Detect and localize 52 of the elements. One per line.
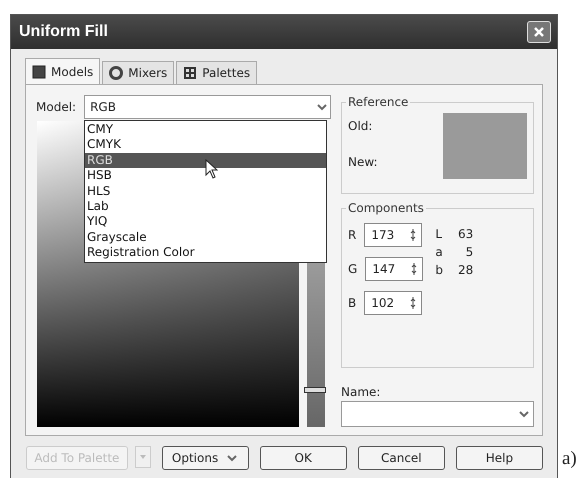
tab[interactable]: Palettes [176,61,258,84]
name-label: Name: [341,385,382,399]
old-label: Old: [348,119,374,133]
slider-thumb[interactable] [304,387,326,394]
grid-icon [183,66,198,80]
chevron-down-icon [226,453,238,463]
tab[interactable]: Models [25,58,100,84]
dropdown-option[interactable]: Lab [85,199,326,214]
new-label: New: [348,155,378,169]
dropdown-option[interactable]: CMYK [85,137,326,153]
group-title: Reference [346,95,410,109]
dropdown-option[interactable]: Grayscale [85,230,326,246]
model-label: Model: [36,100,76,114]
value-field[interactable]: 147 [365,257,424,281]
group-title: Components [346,201,426,215]
chevron-down-icon [518,409,530,419]
window-title: Uniform Fill [19,23,108,41]
channel-label: R [348,228,356,242]
name-dropdown[interactable] [341,401,534,427]
channel-label: G [348,262,358,276]
channel-label: B [348,296,356,310]
spinner-icon [410,262,418,276]
figure-caption: a) [561,448,577,471]
lab-value: 28 [457,263,474,277]
dropdown-option[interactable]: HSB [85,168,326,184]
lab-label: a [435,245,444,259]
dialog-button[interactable]: OK [260,446,347,470]
spinner-icon [409,228,418,242]
close-button[interactable] [527,21,551,43]
ring-icon [109,66,124,80]
dropdown-option[interactable]: CMY [85,122,326,138]
chevron-down-icon [316,102,328,112]
dialog-button[interactable]: Options [162,446,249,470]
lab-value: 63 [457,227,474,241]
dialog-button[interactable]: Cancel [358,446,445,470]
dropdown-option[interactable]: Registration Color [85,245,326,261]
value-field[interactable]: 173 [364,223,422,247]
lab-label: b [435,263,444,277]
dropdown-option[interactable]: YIQ [85,214,326,230]
dialog-button[interactable]: Help [456,446,543,470]
caret-icon [138,453,147,461]
value-field[interactable]: 102 [364,291,422,315]
lab-label: L [435,227,443,241]
dropdown-option[interactable]: HLS [85,184,326,200]
spinner-icon [409,296,418,310]
tab[interactable]: Mixers [102,61,174,84]
square-icon [32,64,46,78]
model-dropdown[interactable]: RGB [84,95,331,119]
dropdown-option[interactable]: RGB [85,152,326,168]
cursor-icon [205,159,218,179]
close-icon [532,25,546,39]
lab-value: 5 [464,245,474,259]
